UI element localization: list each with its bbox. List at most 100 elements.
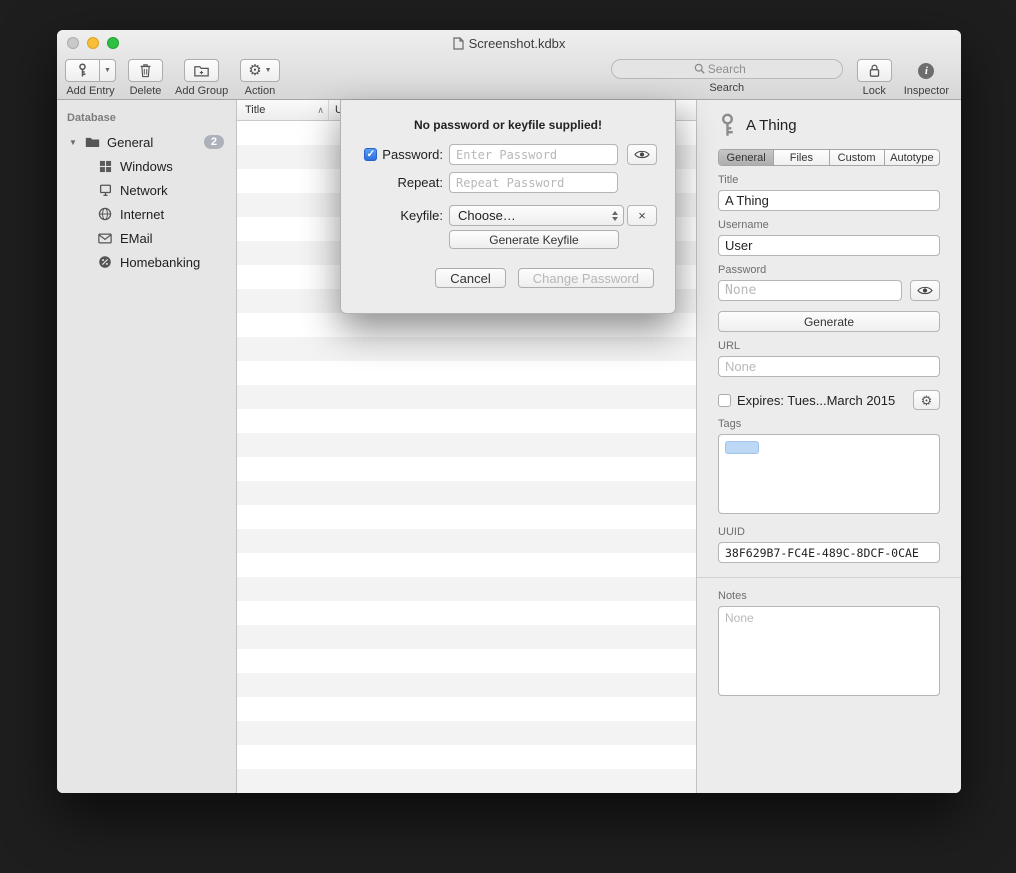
- sidebar-item-email[interactable]: EMail: [57, 226, 236, 250]
- tab-custom[interactable]: Custom: [830, 150, 885, 165]
- title-field[interactable]: [718, 190, 940, 211]
- panel-divider: [697, 577, 961, 578]
- sidebar-item-windows[interactable]: Windows: [57, 154, 236, 178]
- expires-row: Expires: Tues...March 2015 ⚙: [718, 390, 940, 410]
- keyfile-row: Keyfile: Choose… ×: [341, 205, 675, 226]
- action-button[interactable]: ⚙ ▼: [240, 59, 279, 82]
- toolbar-right: Search Lock i Inspector: [611, 59, 949, 97]
- eye-icon: [917, 285, 933, 296]
- document-icon: [453, 37, 464, 50]
- search-label: Search: [709, 82, 744, 94]
- password-checkbox[interactable]: ✓: [364, 148, 377, 161]
- entry-title: A Thing: [746, 117, 797, 134]
- homebanking-coin-icon: [97, 254, 113, 270]
- sidebar-section-header: Database: [57, 106, 236, 130]
- generate-keyfile-button[interactable]: Generate Keyfile: [449, 230, 619, 249]
- repeat-label: Repeat:: [397, 175, 443, 190]
- expires-checkbox[interactable]: [718, 394, 731, 407]
- key-icon: [76, 63, 89, 78]
- window-title-area: Screenshot.kdbx: [453, 36, 566, 51]
- folder-plus-icon: [194, 64, 209, 77]
- group-count-badge: 2: [204, 135, 224, 149]
- show-password-button[interactable]: [627, 144, 657, 165]
- search-group: Search: [611, 59, 843, 94]
- lock-label: Lock: [863, 85, 886, 97]
- password-field[interactable]: [718, 280, 902, 301]
- inspector-panel: A Thing General Files Custom Autotype Ti…: [697, 100, 961, 793]
- keyfile-label: Keyfile:: [400, 208, 443, 223]
- lock-button[interactable]: [857, 59, 892, 82]
- sheet-actions: Cancel Change Password: [341, 268, 654, 288]
- keyfile-value: Choose…: [458, 208, 516, 223]
- url-field[interactable]: [718, 356, 940, 377]
- tab-files[interactable]: Files: [774, 150, 829, 165]
- chevron-down-icon: ▼: [265, 67, 272, 74]
- keyfile-select[interactable]: Choose…: [449, 205, 624, 226]
- add-entry-button[interactable]: [65, 59, 100, 82]
- notes-field[interactable]: [718, 606, 940, 696]
- delete-group: Delete: [128, 59, 163, 97]
- expires-settings-button[interactable]: ⚙: [913, 390, 940, 410]
- close-x-icon: ×: [638, 208, 646, 223]
- expires-label: Expires: Tues...March 2015: [737, 393, 895, 408]
- titlebar[interactable]: Screenshot.kdbx: [57, 30, 961, 56]
- toolbar: ▼ Add Entry Delete A: [57, 56, 961, 97]
- window-chrome: Screenshot.kdbx ▼ Add Entry: [57, 30, 961, 100]
- password-input[interactable]: [449, 144, 618, 165]
- add-entry-dropdown-button[interactable]: ▼: [100, 59, 116, 82]
- column-header-title[interactable]: Title ∧: [237, 100, 329, 120]
- window-title: Screenshot.kdbx: [469, 36, 566, 51]
- sidebar-item-label: Windows: [120, 159, 173, 174]
- username-field[interactable]: [718, 235, 940, 256]
- sheet-message: No password or keyfile supplied!: [341, 100, 675, 132]
- disclosure-triangle-icon[interactable]: ▼: [69, 138, 81, 147]
- stepper-icon: [612, 211, 618, 221]
- change-password-button[interactable]: Change Password: [518, 268, 654, 288]
- sidebar-item-network[interactable]: Network: [57, 178, 236, 202]
- password-field-label: Password: [718, 264, 940, 276]
- inspector-header: A Thing: [718, 113, 940, 137]
- tag-token[interactable]: [725, 441, 759, 454]
- close-button[interactable]: [67, 37, 79, 49]
- action-label: Action: [245, 85, 276, 97]
- eye-icon: [634, 149, 650, 160]
- tab-autotype[interactable]: Autotype: [885, 150, 939, 165]
- sidebar-item-homebanking[interactable]: Homebanking: [57, 250, 236, 274]
- password-row: ✓ Password:: [341, 144, 675, 165]
- clear-keyfile-button[interactable]: ×: [627, 205, 657, 226]
- uuid-field[interactable]: [718, 542, 940, 563]
- globe-icon: [97, 206, 113, 222]
- envelope-icon: [97, 230, 113, 246]
- minimize-button[interactable]: [87, 37, 99, 49]
- gear-icon: ⚙: [921, 394, 933, 407]
- sidebar-item-label: General: [107, 135, 153, 150]
- uuid-label: UUID: [718, 526, 940, 538]
- cancel-button[interactable]: Cancel: [435, 268, 505, 288]
- gear-icon: ⚙: [248, 63, 261, 78]
- sidebar-item-internet[interactable]: Internet: [57, 202, 236, 226]
- delete-button[interactable]: [128, 59, 163, 82]
- zoom-button[interactable]: [107, 37, 119, 49]
- inspector-button[interactable]: i: [909, 59, 944, 82]
- sidebar-item-general[interactable]: ▼ General 2: [57, 130, 236, 154]
- generate-password-button[interactable]: Generate: [718, 311, 940, 332]
- tab-general[interactable]: General: [719, 150, 774, 165]
- tags-label: Tags: [718, 418, 940, 430]
- inspector-label: Inspector: [904, 85, 949, 97]
- sidebar-item-label: Network: [120, 183, 168, 198]
- windows-icon: [97, 158, 113, 174]
- app-window: Screenshot.kdbx ▼ Add Entry: [57, 30, 961, 793]
- password-label: Password:: [382, 147, 443, 162]
- change-password-sheet: No password or keyfile supplied! ✓ Passw…: [340, 100, 676, 314]
- lock-icon: [868, 63, 881, 78]
- network-icon: [97, 182, 113, 198]
- add-group-group: Add Group: [175, 59, 228, 97]
- chevron-down-icon: ▼: [104, 67, 111, 74]
- search-input[interactable]: [611, 59, 843, 79]
- tags-box[interactable]: [718, 434, 940, 514]
- show-password-button[interactable]: [910, 280, 940, 301]
- info-icon: i: [918, 63, 934, 79]
- add-group-button[interactable]: [184, 59, 219, 82]
- sidebar-item-label: Homebanking: [120, 255, 200, 270]
- repeat-password-input[interactable]: [449, 172, 618, 193]
